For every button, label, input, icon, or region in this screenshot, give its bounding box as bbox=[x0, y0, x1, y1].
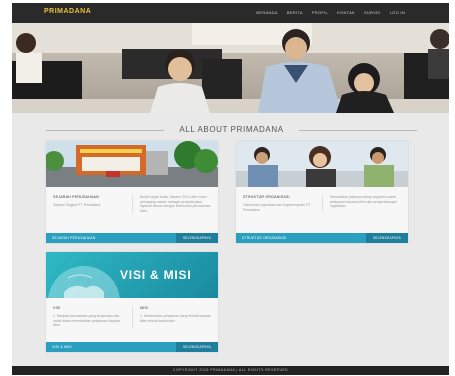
team-photo bbox=[236, 141, 408, 187]
card-footer: VISI & MISI SELENGKAPNYA bbox=[46, 342, 218, 352]
copyright-text: COPYRIGHT 2015 PRIMADANA | ALL RIGHTS RE… bbox=[172, 368, 289, 372]
section-divider-right bbox=[299, 130, 417, 131]
card-subtext: Sejarah Singkat PT. Primadana bbox=[53, 203, 101, 207]
card-description: Memastikan jalannya setiap kegiatan usah… bbox=[330, 195, 397, 209]
card-footer-label[interactable]: VISI & MISI bbox=[52, 345, 72, 349]
card-visi-misi: VISI & MISI VISI 1. Menjadi perusahaan y… bbox=[46, 252, 218, 352]
card-subtext: Tata kelola organisasi dan kepemimpinan … bbox=[243, 203, 312, 212]
nav-item-profil[interactable]: PROFIL bbox=[312, 10, 328, 15]
card-footer-label[interactable]: STRUKTUR ORGANISASI bbox=[242, 236, 286, 240]
nav-item-survei[interactable]: SURVEI bbox=[364, 10, 381, 15]
read-more-button[interactable]: SELENGKAPNYA bbox=[366, 233, 408, 243]
nav-item-beranda[interactable]: BERANDA bbox=[256, 10, 277, 15]
nav-item-kontak[interactable]: KONTAK bbox=[337, 10, 355, 15]
read-more-button[interactable]: SELENGKAPNYA bbox=[176, 342, 218, 352]
card-footer-label[interactable]: SEJARAH PERUSAHAAN bbox=[52, 236, 96, 240]
card-footer: SEJARAH PERUSAHAAN SELENGKAPNYA bbox=[46, 233, 218, 243]
hero-banner-image bbox=[12, 23, 449, 113]
card-description: Berdiri sejak Bulan Oktober 2010 oleh en… bbox=[140, 195, 211, 213]
read-more-button[interactable]: SELENGKAPNYA bbox=[176, 233, 218, 243]
card-struktur: STRUKTUR ORGANISASI Tata kelola organisa… bbox=[236, 141, 408, 243]
card-footer: STRUKTUR ORGANISASI SELENGKAPNYA bbox=[236, 233, 408, 243]
main-nav: BERANDA BERITA PROFIL KONTAK SURVEI LOG … bbox=[256, 10, 405, 15]
visi-misi-title: VISI & MISI bbox=[120, 268, 192, 282]
card-heading: SEJARAH PERUSAHAAN bbox=[53, 195, 99, 199]
building-photo bbox=[46, 141, 218, 187]
top-navbar: PRIMADANA BERANDA BERITA PROFIL KONTAK S… bbox=[12, 3, 449, 23]
visi-heading: VISI bbox=[53, 306, 61, 310]
section-header: ALL ABOUT PRIMADANA bbox=[46, 123, 417, 137]
nav-item-berita[interactable]: BERITA bbox=[287, 10, 303, 15]
page-footer: COPYRIGHT 2015 PRIMADANA | ALL RIGHTS RE… bbox=[12, 366, 449, 375]
brand-logo[interactable]: PRIMADANA bbox=[44, 8, 91, 15]
nav-item-login[interactable]: LOG IN bbox=[390, 10, 405, 15]
page-frame: PRIMADANA BERANDA BERITA PROFIL KONTAK S… bbox=[12, 3, 449, 375]
card-sejarah: SEJARAH PERUSAHAAN Sejarah Singkat PT. P… bbox=[46, 141, 218, 243]
card-heading: STRUKTUR ORGANISASI bbox=[243, 195, 290, 199]
misi-text: 1. Memberikan pelayanan yang terbaik kep… bbox=[140, 314, 211, 323]
visi-text: 1. Menjadi perusahaan yang terpercaya da… bbox=[53, 314, 120, 328]
misi-heading: MISI bbox=[140, 306, 149, 310]
visi-misi-banner: VISI & MISI bbox=[46, 252, 218, 298]
